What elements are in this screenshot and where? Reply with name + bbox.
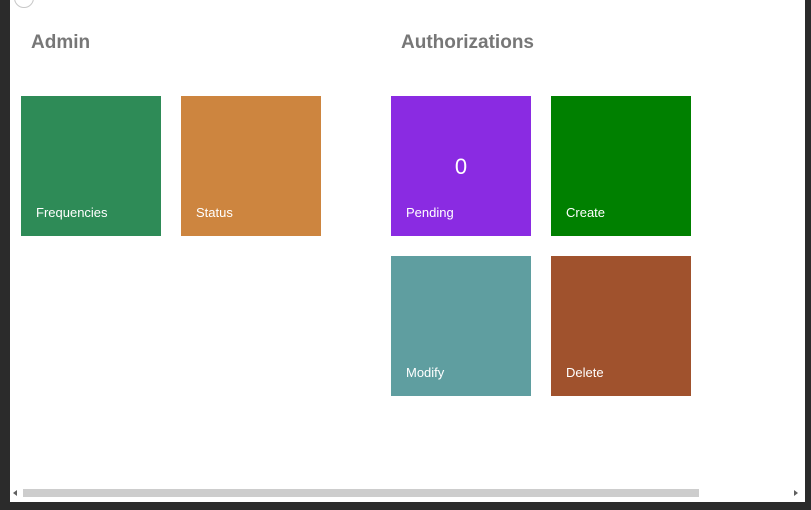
authorizations-section-title: Authorizations [401,32,534,53]
corner-circle-icon [14,0,34,8]
window-frame: Admin Authorizations Frequencies Status … [0,0,811,510]
tile-frequencies[interactable]: Frequencies [21,96,161,236]
scrollbar-thumb[interactable] [23,489,699,497]
tile-create[interactable]: Create [551,96,691,236]
horizontal-scrollbar[interactable] [10,486,805,501]
admin-section-title: Admin [31,32,91,53]
dashboard-content: Admin Authorizations Frequencies Status … [10,0,805,502]
tile-pending[interactable]: 0 Pending [391,96,531,236]
tile-label: Modify [406,365,445,380]
tile-label: Status [196,205,233,220]
pending-count: 0 [454,154,468,179]
tile-modify[interactable]: Modify [391,256,531,396]
tile-label: Delete [566,365,604,380]
tile-delete[interactable]: Delete [551,256,691,396]
scroll-left-arrow-icon[interactable] [13,490,17,496]
tile-label: Create [566,205,606,220]
tile-status[interactable]: Status [181,96,321,236]
scroll-right-arrow-icon[interactable] [794,490,798,496]
tile-label: Pending [406,205,454,220]
tile-label: Frequencies [36,205,108,220]
